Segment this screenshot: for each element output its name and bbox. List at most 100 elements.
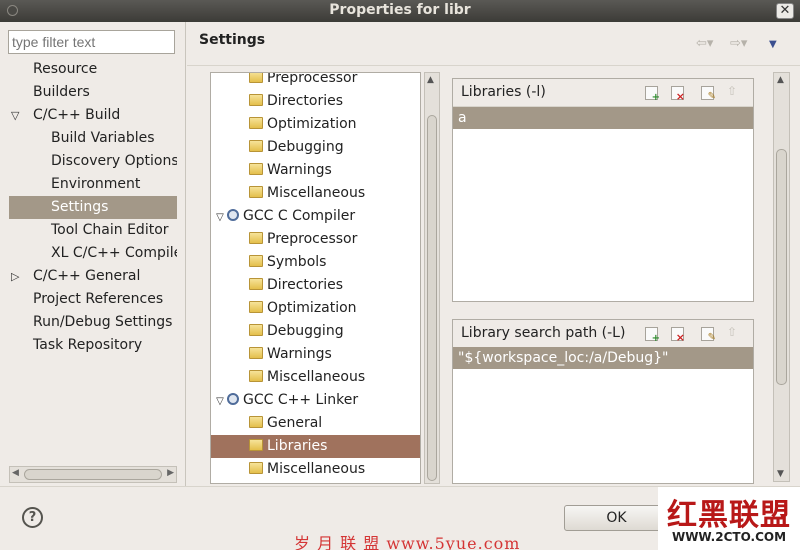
tree-item-debugging[interactable]: Debugging xyxy=(211,136,420,159)
delete-icon[interactable] xyxy=(671,86,685,103)
expand-arrow-icon[interactable]: ▷ xyxy=(11,265,19,288)
tree-item-label: Libraries xyxy=(267,438,328,454)
tree-item-directories[interactable]: Directories xyxy=(211,90,420,113)
title-bar: Properties for libr ✕ xyxy=(0,0,800,22)
edit-icon[interactable] xyxy=(701,86,716,102)
nav-item-run-debug-settings[interactable]: Run/Debug Settings xyxy=(9,311,177,334)
nav-item-label: Build Variables xyxy=(51,130,155,146)
libraries-panel-header: Libraries (-l) ⇧ xyxy=(453,79,753,107)
tree-item-label: Miscellaneous xyxy=(267,461,366,477)
tree-item-label: Directories xyxy=(267,277,344,293)
tree-item-label: Preprocessor xyxy=(267,231,358,247)
folder-options-icon xyxy=(249,324,263,336)
close-button[interactable]: ✕ xyxy=(776,3,794,19)
nav-item-label: C/C++ Build xyxy=(33,107,121,123)
tree-item-warnings[interactable]: Warnings xyxy=(211,343,420,366)
tree-item-label: Optimization xyxy=(267,116,357,132)
tree-item-miscellaneous[interactable]: Miscellaneous xyxy=(211,366,420,389)
collapse-arrow-icon[interactable]: ▽ xyxy=(213,390,227,413)
add-icon[interactable] xyxy=(645,327,660,344)
tree-item-directories[interactable]: Directories xyxy=(211,274,420,297)
folder-options-icon xyxy=(249,73,263,83)
left-nav-pane: Resource Builders ▽ C/C++ Build Build Var… xyxy=(0,22,186,486)
left-horizontal-scrollbar[interactable]: ◀ ▶ xyxy=(9,466,177,483)
tree-item-preprocessor[interactable]: Preprocessor xyxy=(211,228,420,251)
search-path-panel-header: Library search path (-L) ⇧ xyxy=(453,320,753,348)
scroll-up-icon[interactable]: ▲ xyxy=(427,75,434,85)
move-up-icon[interactable]: ⇧ xyxy=(727,84,740,98)
libraries-title: Libraries (-l) xyxy=(461,84,546,100)
scroll-up-icon[interactable]: ▲ xyxy=(777,75,784,85)
nav-item-cpp-general[interactable]: ▷ C/C++ General xyxy=(9,265,177,288)
edit-icon[interactable] xyxy=(701,327,716,343)
delete-icon[interactable] xyxy=(671,327,685,344)
tree-item-gcc-c-compiler[interactable]: ▽ GCC C Compiler xyxy=(211,205,420,228)
tree-item-label: Miscellaneous xyxy=(267,369,366,385)
view-menu-icon[interactable]: ▼ xyxy=(769,39,777,50)
folder-options-icon xyxy=(249,370,263,382)
folder-options-icon xyxy=(249,439,263,451)
nav-item-settings[interactable]: Settings xyxy=(9,196,177,219)
folder-options-icon xyxy=(249,163,263,175)
list-item[interactable]: "${workspace_loc:/a/Debug}" xyxy=(453,347,753,369)
folder-options-icon xyxy=(249,416,263,428)
tool-gear-icon xyxy=(227,209,239,221)
nav-item-tool-chain-editor[interactable]: Tool Chain Editor xyxy=(9,219,177,242)
tree-item-optimization[interactable]: Optimization xyxy=(211,297,420,320)
scrollbar-thumb[interactable] xyxy=(24,469,162,480)
tree-item-label: GCC C Compiler xyxy=(243,208,356,224)
nav-item-cpp-build[interactable]: ▽ C/C++ Build xyxy=(9,104,177,127)
nav-item-builders[interactable]: Builders xyxy=(9,81,177,104)
scroll-left-icon[interactable]: ◀ xyxy=(12,468,19,478)
tree-item-gcc-cpp-linker[interactable]: ▽ GCC C++ Linker xyxy=(211,389,420,412)
list-item[interactable]: a xyxy=(453,107,753,129)
right-vertical-scrollbar[interactable]: ▲ ▼ xyxy=(773,72,790,482)
search-path-title: Library search path (-L) xyxy=(461,325,626,341)
nav-item-xl-compiler[interactable]: XL C/C++ Compiler xyxy=(9,242,177,265)
nav-item-resource[interactable]: Resource xyxy=(9,58,177,81)
nav-item-label: Run/Debug Settings xyxy=(33,314,173,330)
tree-item-miscellaneous[interactable]: Miscellaneous xyxy=(211,458,420,481)
folder-options-icon xyxy=(249,117,263,129)
nav-item-label: C/C++ General xyxy=(33,268,141,284)
tree-item-debugging[interactable]: Debugging xyxy=(211,320,420,343)
tree-item-optimization[interactable]: Optimization xyxy=(211,113,420,136)
tree-item-preprocessor[interactable]: Preprocessor xyxy=(211,73,420,90)
collapse-arrow-icon[interactable]: ▽ xyxy=(213,206,227,229)
folder-options-icon xyxy=(249,186,263,198)
nav-item-label: Environment xyxy=(51,176,141,192)
scrollbar-thumb[interactable] xyxy=(776,149,787,385)
nav-item-label: XL C/C++ Compiler xyxy=(51,245,177,261)
move-up-icon[interactable]: ⇧ xyxy=(727,325,740,339)
tree-item-warnings[interactable]: Warnings xyxy=(211,159,420,182)
back-arrow-icon[interactable]: ⇦▾ xyxy=(696,36,713,51)
page-header: Settings ⇦▾ ⇨▾ ▼ xyxy=(187,22,800,66)
tree-item-symbols[interactable]: Symbols xyxy=(211,251,420,274)
scroll-right-icon[interactable]: ▶ xyxy=(167,468,174,478)
expand-arrow-icon[interactable]: ▽ xyxy=(11,104,19,127)
nav-item-environment[interactable]: Environment xyxy=(9,173,177,196)
forward-arrow-icon[interactable]: ⇨▾ xyxy=(730,36,747,51)
tree-item-general[interactable]: General xyxy=(211,412,420,435)
help-button[interactable]: ? xyxy=(22,507,43,528)
tree-item-label: General xyxy=(267,415,323,431)
scrollbar-thumb[interactable] xyxy=(427,115,437,481)
nav-item-project-references[interactable]: Project References xyxy=(9,288,177,311)
nav-item-task-repository[interactable]: Task Repository xyxy=(9,334,177,357)
tree-item-label: Warnings xyxy=(267,162,332,178)
add-icon[interactable] xyxy=(645,86,660,103)
tree-item-miscellaneous[interactable]: Miscellaneous xyxy=(211,182,420,205)
nav-item-label: Project References xyxy=(33,291,164,307)
watermark-logo: 红黑联盟 WWW.2CTO.COM xyxy=(658,487,800,550)
nav-item-discovery-options[interactable]: Discovery Options xyxy=(9,150,177,173)
button-bar: ? OK 岁 月 联 盟 www.5yue.com 红黑联盟 WWW.2CTO.… xyxy=(0,486,800,550)
filter-input[interactable] xyxy=(8,30,175,54)
tree-vertical-scrollbar[interactable]: ▲ xyxy=(424,72,440,484)
tree-item-libraries[interactable]: Libraries xyxy=(211,435,420,458)
nav-item-build-variables[interactable]: Build Variables xyxy=(9,127,177,150)
ok-button[interactable]: OK xyxy=(564,505,669,531)
folder-options-icon xyxy=(249,94,263,106)
watermark-text: 岁 月 联 盟 www.5yue.com xyxy=(294,534,521,550)
scroll-down-icon[interactable]: ▼ xyxy=(777,469,784,479)
tree-item-label: Debugging xyxy=(267,323,344,339)
